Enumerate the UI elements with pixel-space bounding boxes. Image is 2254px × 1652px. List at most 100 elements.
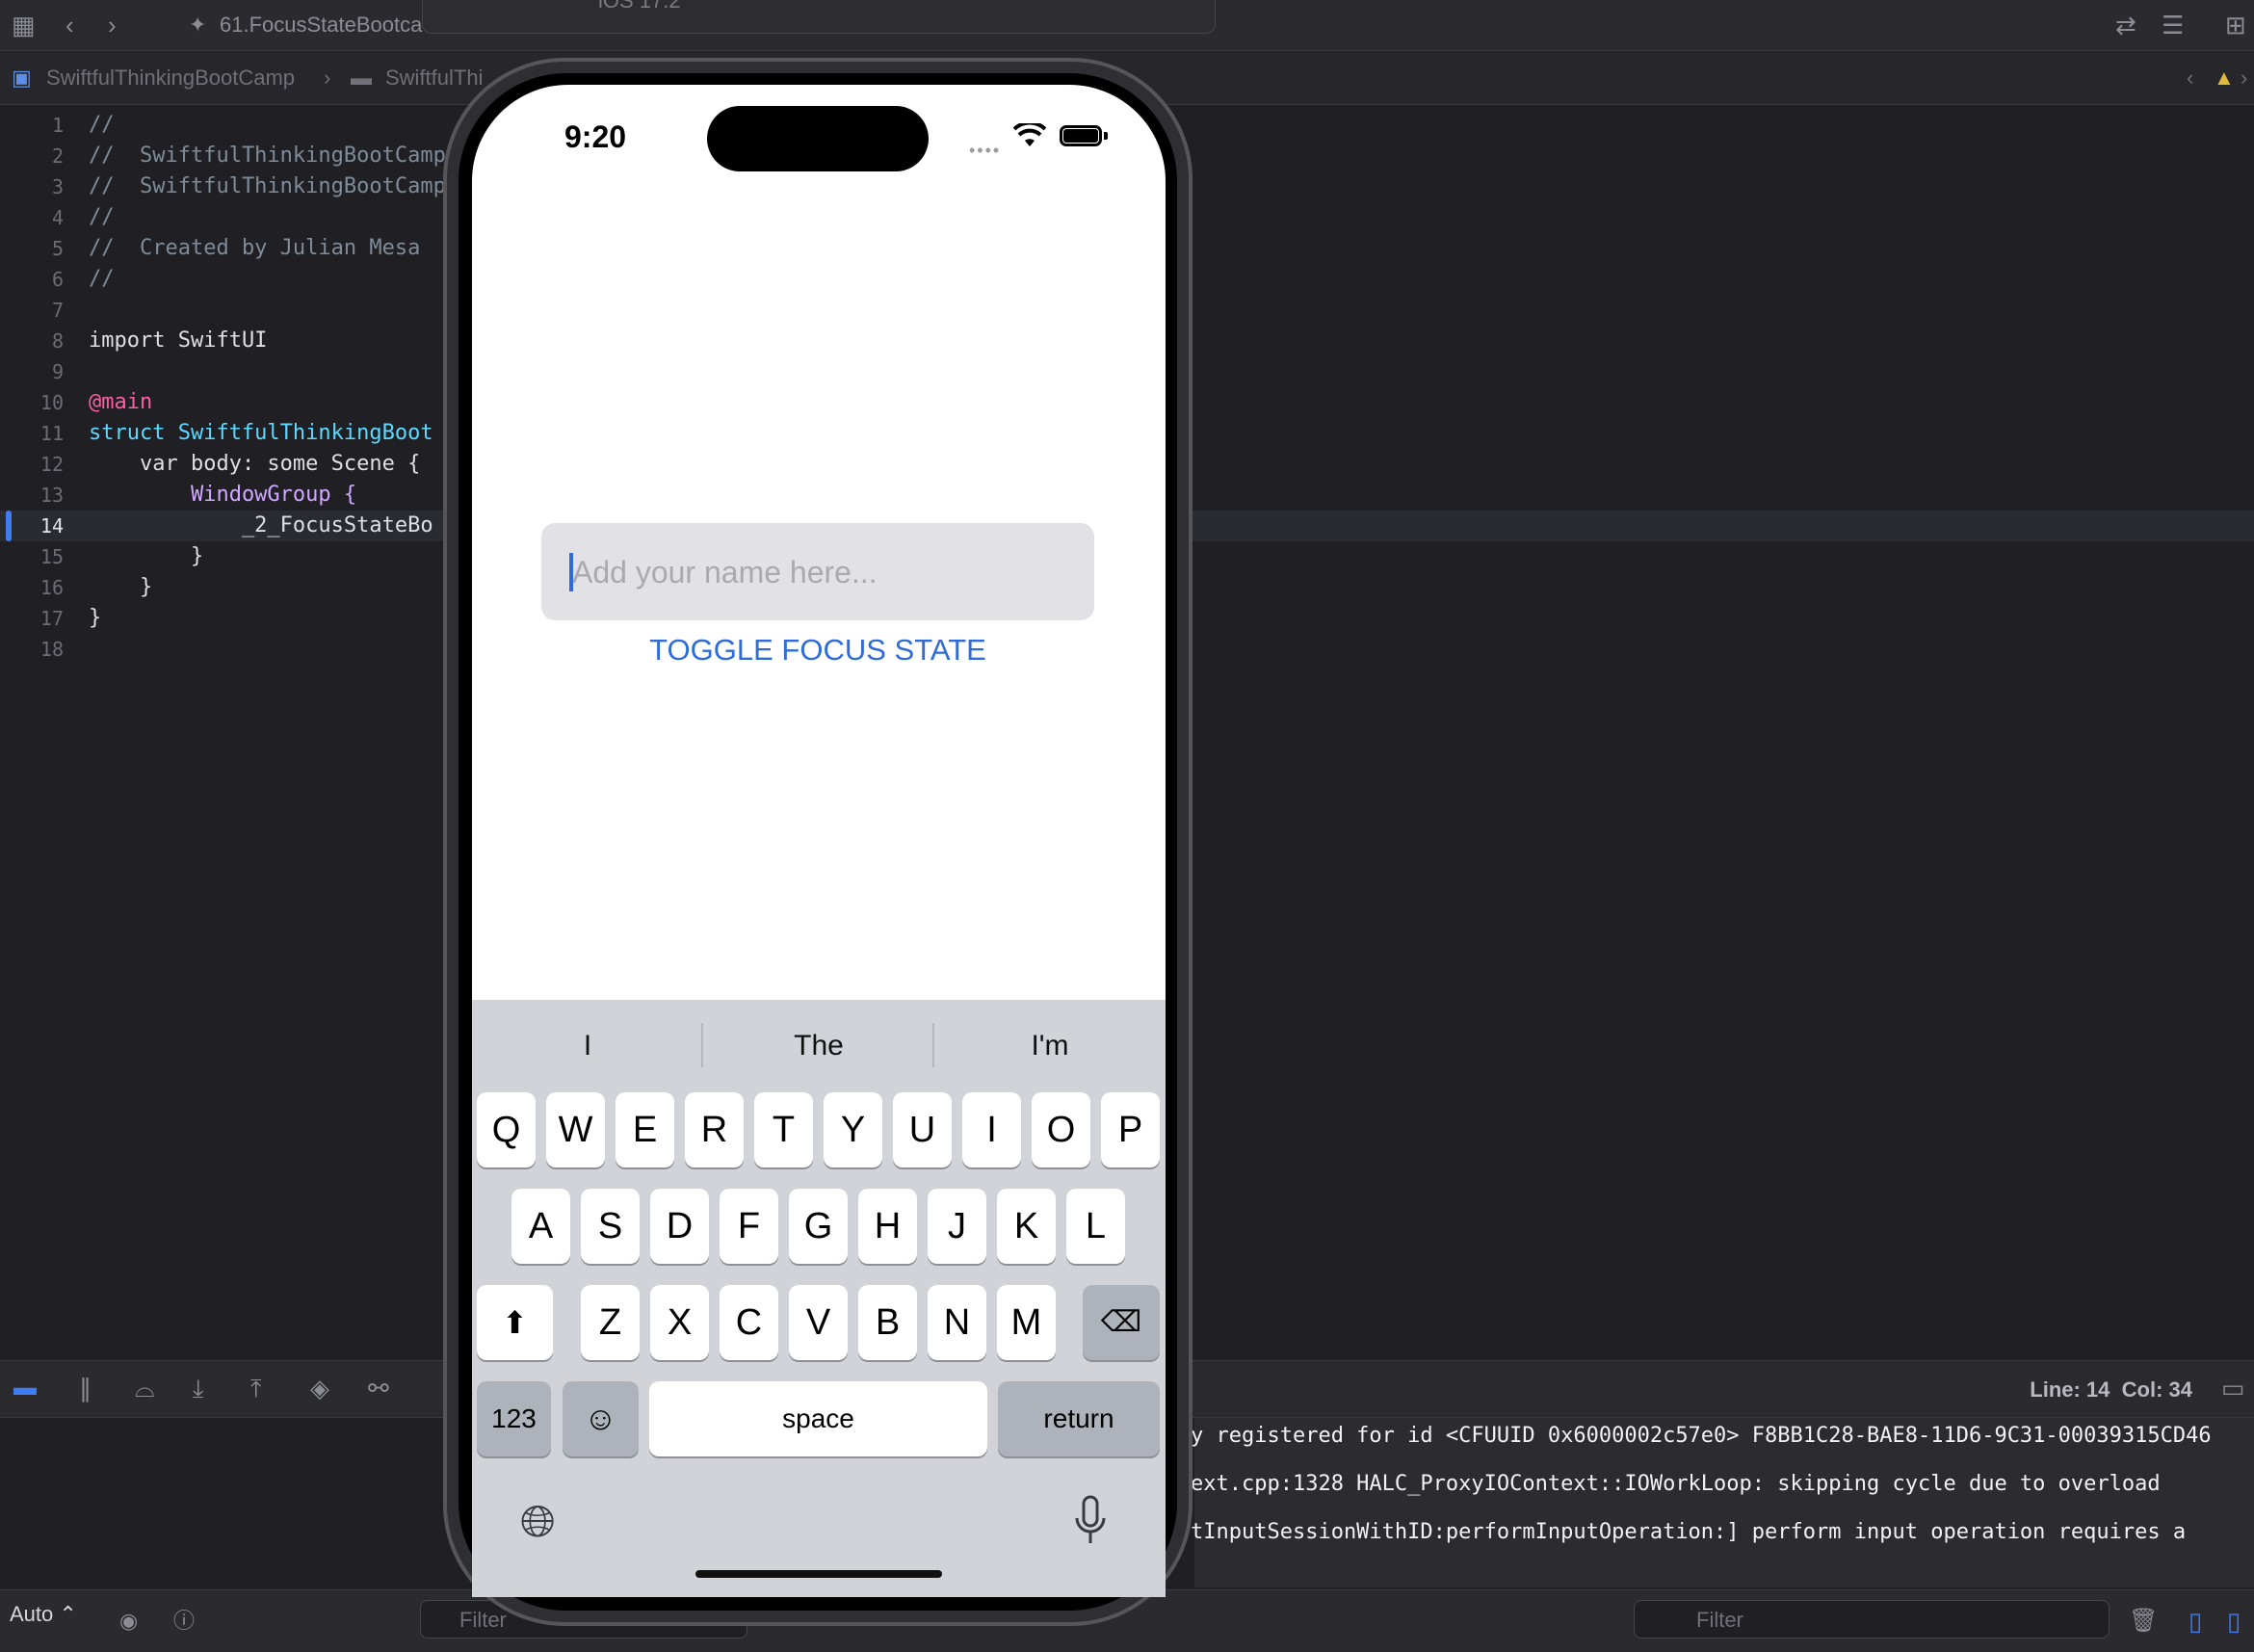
key-n[interactable]: N xyxy=(928,1285,986,1360)
line-number: 8 xyxy=(51,329,64,353)
console-filter-input[interactable]: Filter xyxy=(1634,1600,2110,1639)
key-d[interactable]: D xyxy=(650,1189,709,1264)
view-hierarchy-icon[interactable]: ◈ xyxy=(310,1361,329,1415)
breadcrumb-folder[interactable]: SwiftfulThi xyxy=(385,60,483,96)
code-line: // xyxy=(89,267,115,291)
key-j[interactable]: J xyxy=(928,1189,986,1264)
key-a[interactable]: A xyxy=(511,1189,570,1264)
cellular-icon: •••• xyxy=(969,141,1002,160)
dynamic-island xyxy=(707,106,929,171)
line-number: 9 xyxy=(51,360,64,383)
key-v[interactable]: V xyxy=(789,1285,848,1360)
key-y[interactable]: Y xyxy=(824,1092,882,1167)
line-number: 12 xyxy=(39,453,64,476)
chevron-right-icon: › xyxy=(324,66,331,90)
key-l[interactable]: L xyxy=(1066,1189,1125,1264)
code-line: // Created by Julian Mesa xyxy=(89,236,421,260)
filter-label: Filter xyxy=(459,1608,507,1632)
toggle-focus-state-button[interactable]: TOGGLE FOCUS STATE xyxy=(541,630,1094,670)
delete-icon: ⌫ xyxy=(1100,1306,1142,1338)
return-key[interactable]: return xyxy=(998,1381,1160,1456)
name-textfield-placeholder: Add your name here... xyxy=(572,555,878,590)
suggestion-2[interactable]: The xyxy=(703,1025,934,1067)
key-c[interactable]: C xyxy=(720,1285,778,1360)
breadcrumb-project[interactable]: SwiftfulThinkingBootCamp xyxy=(46,60,295,96)
simulator-titlebar[interactable]: iOS 17.2 xyxy=(422,0,1216,34)
col-status: Col: 34 xyxy=(2121,1377,2192,1402)
line-number: 16 xyxy=(39,576,64,599)
delete-key[interactable]: ⌫ xyxy=(1083,1285,1160,1360)
breakpoints-icon[interactable]: ▬ xyxy=(13,1361,37,1415)
forward-icon[interactable]: › xyxy=(108,0,117,50)
key-f[interactable]: F xyxy=(720,1189,778,1264)
console-line: ext.cpp:1328 HALC_ProxyIOContext::IOWork… xyxy=(1191,1472,2161,1496)
key-h[interactable]: H xyxy=(858,1189,917,1264)
memory-graph-icon[interactable]: ⚯ xyxy=(368,1361,389,1415)
eye-icon[interactable]: ◉ xyxy=(119,1590,138,1652)
key-s[interactable]: S xyxy=(581,1189,640,1264)
key-e[interactable]: E xyxy=(616,1092,674,1167)
battery-level xyxy=(1063,129,1098,143)
key-m[interactable]: M xyxy=(997,1285,1056,1360)
next-issue-icon[interactable]: › xyxy=(2241,60,2247,96)
auto-label: Auto xyxy=(10,1602,54,1626)
key-b[interactable]: B xyxy=(858,1285,917,1360)
line-number: 7 xyxy=(51,299,64,322)
step-into-icon[interactable]: ⤓ xyxy=(193,1361,204,1415)
line-number: 4 xyxy=(51,206,64,229)
back-icon[interactable]: ‹ xyxy=(66,0,74,50)
warning-icon[interactable]: ▲ xyxy=(2214,60,2235,96)
line-number: 11 xyxy=(39,422,64,445)
right-pane-icon[interactable]: ▯ xyxy=(2227,1590,2241,1652)
wifi-icon xyxy=(1013,123,1046,146)
code-line: // SwiftfulThinkingBootCamp xyxy=(89,174,446,198)
inspector-icon[interactable]: ☰ xyxy=(2162,0,2184,50)
numbers-key[interactable]: 123 xyxy=(477,1381,551,1456)
key-p[interactable]: P xyxy=(1101,1092,1160,1167)
code-line: } xyxy=(89,575,153,599)
key-w[interactable]: W xyxy=(546,1092,605,1167)
swap-icon[interactable]: ⇄ xyxy=(2115,0,2136,50)
code-line: } xyxy=(89,606,102,630)
line-number: 17 xyxy=(39,607,64,630)
info-icon[interactable]: ⓘ xyxy=(173,1590,195,1652)
line-number: 6 xyxy=(51,268,64,291)
filter-label: Filter xyxy=(1696,1608,1743,1632)
grid-icon[interactable]: ▦ xyxy=(12,0,36,50)
emoji-key[interactable]: ☺ xyxy=(563,1381,639,1456)
project-icon: ▣ xyxy=(12,66,32,90)
key-i[interactable]: I xyxy=(962,1092,1021,1167)
add-editor-icon[interactable]: ⊞ xyxy=(2225,0,2246,50)
swift-icon: ✦ xyxy=(189,13,207,37)
space-key[interactable]: space xyxy=(649,1381,987,1456)
line-number: 18 xyxy=(39,638,64,661)
line-number: 13 xyxy=(39,484,64,507)
shift-key[interactable]: ⬆ xyxy=(477,1285,553,1360)
key-o[interactable]: O xyxy=(1032,1092,1090,1167)
key-u[interactable]: U xyxy=(893,1092,952,1167)
line-number: 10 xyxy=(39,391,64,414)
step-over-icon[interactable]: ⌓ xyxy=(135,1361,155,1415)
emoji-icon: ☺ xyxy=(584,1401,617,1437)
globe-icon[interactable]: 🌐︎ xyxy=(520,1495,556,1549)
key-r[interactable]: R xyxy=(685,1092,744,1167)
key-x[interactable]: X xyxy=(650,1285,709,1360)
home-indicator[interactable] xyxy=(695,1570,942,1578)
key-k[interactable]: K xyxy=(997,1189,1056,1264)
editor-tab[interactable]: 61.FocusStateBootca xyxy=(220,13,422,38)
toggle-panel-icon[interactable]: ▭ xyxy=(2221,1361,2245,1415)
key-q[interactable]: Q xyxy=(477,1092,536,1167)
step-out-icon[interactable]: ⤒ xyxy=(250,1361,262,1415)
microphone-icon[interactable] xyxy=(1073,1495,1108,1547)
suggestion-3[interactable]: I'm xyxy=(934,1025,1166,1067)
status-time: 9:20 xyxy=(564,119,627,154)
pause-icon[interactable]: ∥ xyxy=(79,1361,92,1415)
key-z[interactable]: Z xyxy=(581,1285,640,1360)
auto-select[interactable]: Auto ⌃ xyxy=(10,1602,77,1627)
trash-icon[interactable]: 🗑 xyxy=(2129,1590,2158,1652)
suggestion-1[interactable]: I xyxy=(472,1025,703,1067)
key-t[interactable]: T xyxy=(754,1092,813,1167)
left-pane-icon[interactable]: ▯ xyxy=(2188,1590,2202,1652)
prev-issue-icon[interactable]: ‹ xyxy=(2187,60,2193,96)
key-g[interactable]: G xyxy=(789,1189,848,1264)
